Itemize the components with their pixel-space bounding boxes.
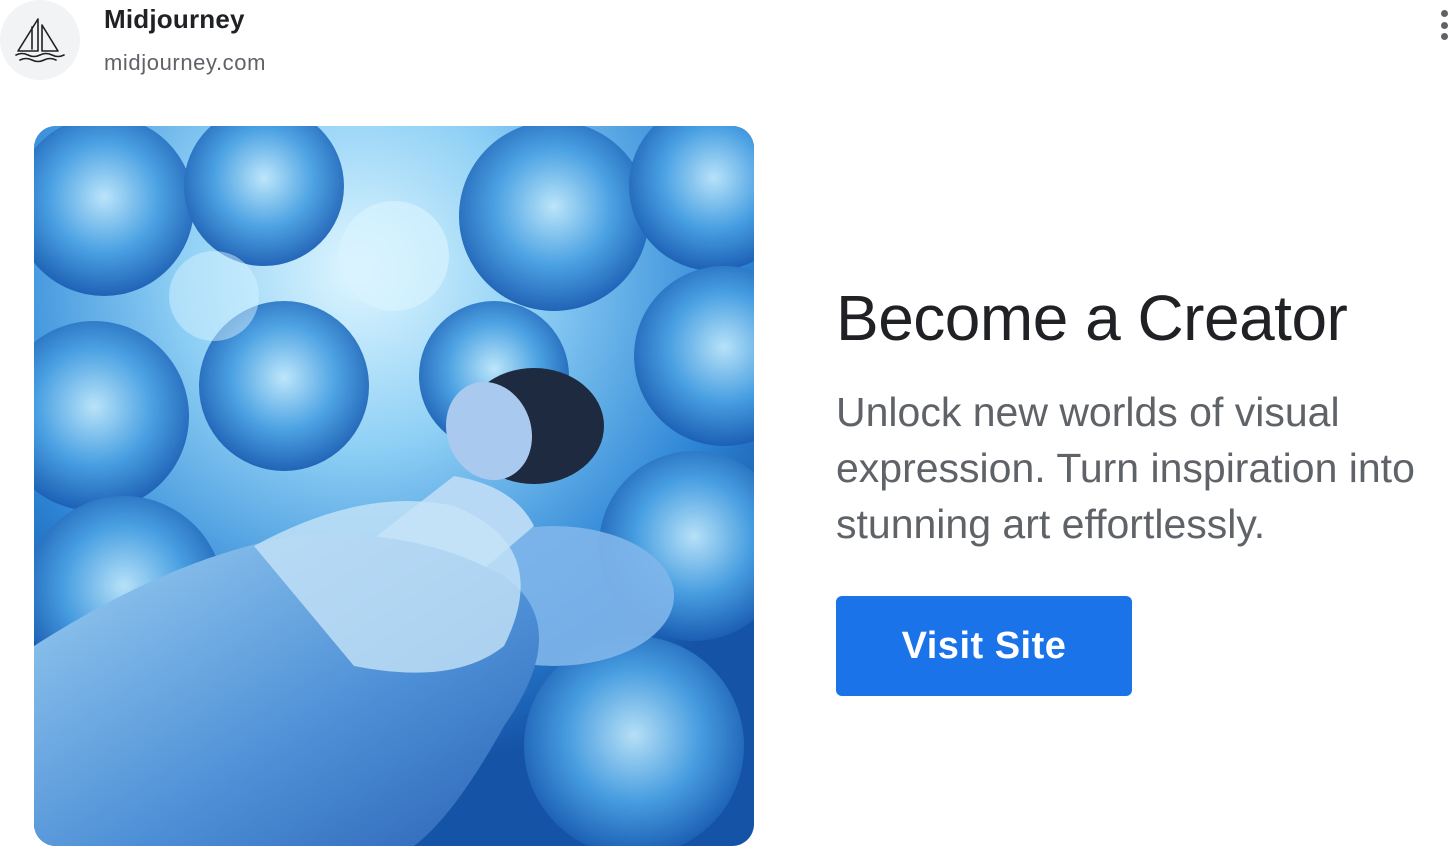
ad-headline[interactable]: Become a Creator xyxy=(836,282,1436,354)
more-vertical-icon-dot xyxy=(1441,21,1448,29)
more-options-button[interactable] xyxy=(1434,10,1448,40)
visit-site-button[interactable]: Visit Site xyxy=(836,596,1132,696)
ad-card: Midjourney midjourney.com Become a Creat… xyxy=(0,0,1448,846)
advertiser-domain[interactable]: midjourney.com xyxy=(104,50,266,76)
hero-image[interactable] xyxy=(34,126,754,846)
advertiser-name[interactable]: Midjourney xyxy=(104,4,245,35)
hero-illustration xyxy=(34,126,754,846)
more-vertical-icon xyxy=(1441,10,1448,17)
more-vertical-icon-dot xyxy=(1441,33,1448,40)
ad-description: Unlock new worlds of visual expression. … xyxy=(836,389,1415,547)
sailboat-logo-icon xyxy=(15,18,65,63)
advertiser-logo[interactable] xyxy=(0,0,80,80)
